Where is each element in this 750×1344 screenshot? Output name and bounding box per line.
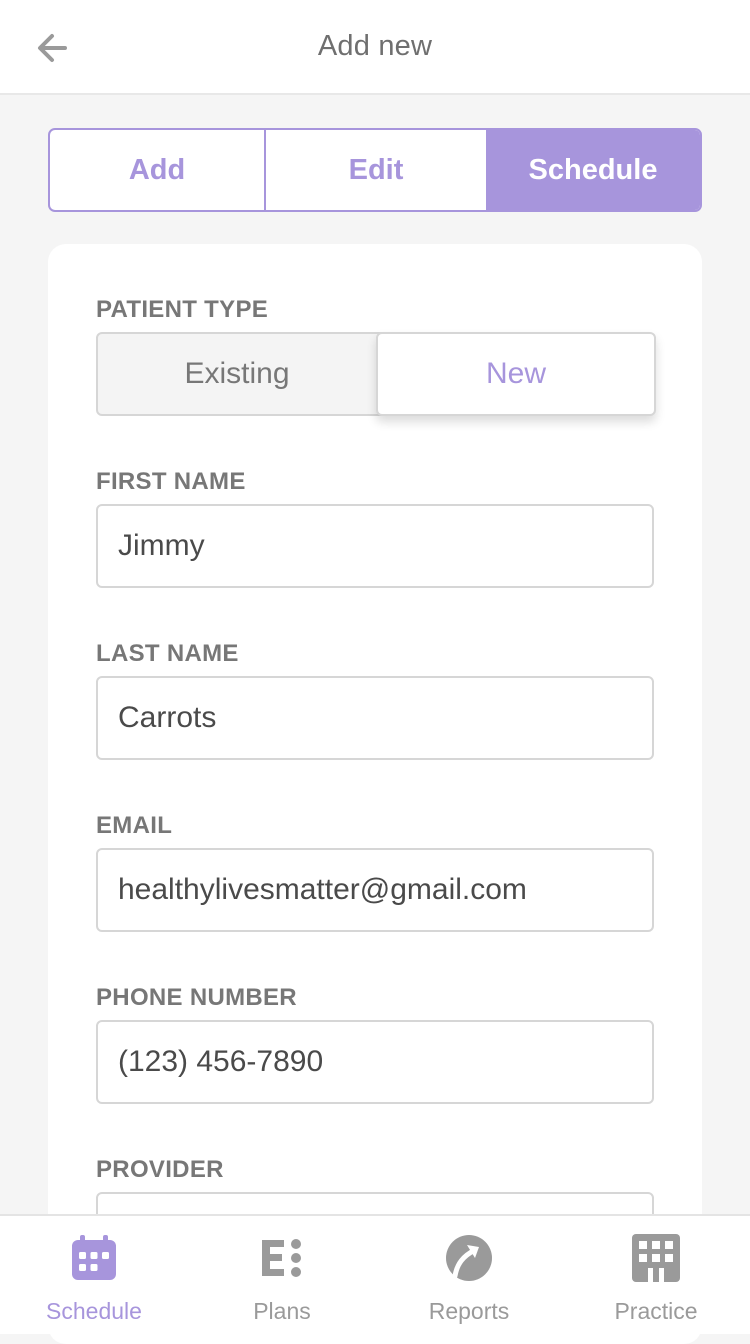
email-field[interactable]: healthylivesmatter@gmail.com [96, 848, 654, 932]
email-label: EMAIL [96, 812, 173, 839]
bottom-tab-bar: Schedule Plans Reports Practice [0, 1214, 750, 1334]
first-name-label: FIRST NAME [96, 468, 246, 495]
patient-form-card: PATIENT TYPE Existing New FIRST NAME Jim… [48, 244, 702, 1344]
last-name-field[interactable]: Carrots [96, 676, 654, 760]
last-name-value: Carrots [118, 701, 217, 734]
practice-grid-icon [632, 1234, 680, 1282]
patient-type-label: PATIENT TYPE [96, 296, 269, 323]
tab-reports[interactable]: Reports [375, 1216, 563, 1334]
last-name-label: LAST NAME [96, 640, 239, 667]
email-value: healthylivesmatter@gmail.com [118, 873, 527, 906]
patient-type-existing[interactable]: Existing [98, 334, 376, 414]
provider-label: PROVIDER [96, 1156, 224, 1183]
mode-segmented-control: Add Edit Schedule [48, 128, 702, 212]
tab-practice-label: Practice [614, 1298, 698, 1324]
tab-practice[interactable]: Practice [562, 1216, 750, 1334]
phone-number-field[interactable]: (123) 456-7890 [96, 1020, 654, 1104]
first-name-value: Jimmy [118, 529, 205, 562]
top-bar: Add new [0, 0, 750, 95]
tab-schedule[interactable]: Schedule [0, 1216, 188, 1334]
phone-number-label: PHONE NUMBER [96, 984, 297, 1011]
reports-icon [446, 1235, 492, 1281]
phone-number-value: (123) 456-7890 [118, 1045, 324, 1078]
first-name-field[interactable]: Jimmy [96, 504, 654, 588]
segment-add[interactable]: Add [50, 130, 266, 210]
tab-plans-label: Plans [253, 1298, 311, 1324]
page-title: Add new [317, 30, 433, 62]
tab-plans[interactable]: Plans [188, 1216, 376, 1334]
segment-schedule[interactable]: Schedule [486, 130, 700, 210]
tab-reports-label: Reports [428, 1298, 510, 1324]
plans-icon [262, 1239, 301, 1277]
calendar-icon [72, 1235, 116, 1280]
tab-schedule-label: Schedule [46, 1298, 142, 1324]
patient-type-new[interactable]: New [376, 332, 656, 416]
segment-edit[interactable]: Edit [266, 130, 486, 210]
patient-type-toggle: Existing New [96, 332, 656, 416]
